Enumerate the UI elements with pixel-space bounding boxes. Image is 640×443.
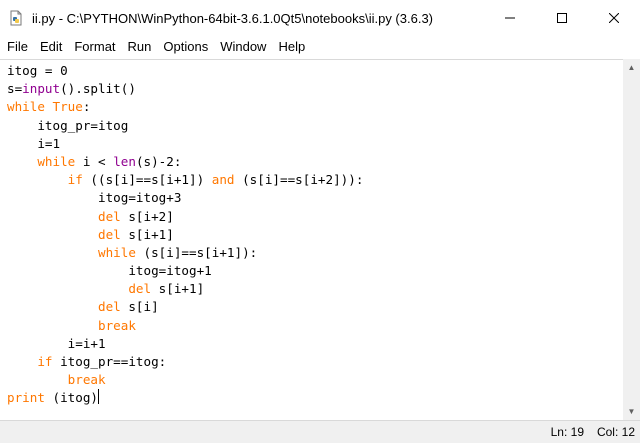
keyword-token: del	[98, 299, 121, 315]
code-token: s[i+2]	[120, 208, 174, 224]
close-button[interactable]	[588, 0, 640, 36]
code-line[interactable]: i=i+1	[7, 335, 363, 353]
scroll-down-button[interactable]: ▼	[623, 403, 640, 420]
code-token: ().split()	[60, 81, 136, 97]
window-title: ii.py - C:\PYTHON\WinPython-64bit-3.6.1.…	[32, 10, 434, 26]
keyword-token: True	[52, 99, 83, 115]
code-token: ((s[i]==s[i+1])	[82, 172, 212, 188]
keyword-token: break	[98, 317, 136, 333]
code-editor[interactable]: itog = 0 s=input().split() while True: ito…	[0, 59, 640, 421]
chevron-down-icon: ▼	[627, 407, 636, 416]
vertical-scrollbar[interactable]: ▲ ▼	[623, 59, 640, 420]
keyword-token: while	[37, 153, 76, 169]
menu-window[interactable]: Window	[214, 36, 272, 58]
code-token: (s)-2:	[135, 153, 182, 169]
code-token: s[i+1]	[120, 226, 174, 242]
status-bar: Ln: 19 Col: 12	[0, 420, 640, 443]
status-column-number: Col: 12	[596, 425, 635, 439]
menu-format[interactable]: Format	[68, 36, 121, 58]
code-line[interactable]: if itog_pr==itog:	[7, 353, 363, 371]
close-icon	[609, 13, 619, 23]
code-text[interactable]: itog = 0 s=input().split() while True: ito…	[7, 62, 363, 408]
code-token: itog=itog+3	[98, 190, 182, 206]
code-token: i=i+1	[67, 335, 106, 351]
code-line[interactable]: del s[i+2]	[7, 208, 363, 226]
keyword-token: and	[211, 172, 235, 188]
minimize-icon	[505, 17, 515, 19]
code-line[interactable]: del s[i+1]	[7, 226, 363, 244]
menu-bar: File Edit Format Run Options Window Help	[0, 36, 640, 58]
code-token: (s[i]==s[i+2])):	[234, 172, 364, 188]
code-token: (s[i]==s[i+1]):	[135, 244, 258, 260]
scroll-up-button[interactable]: ▲	[623, 59, 640, 76]
code-line[interactable]: i=1	[7, 135, 363, 153]
code-token: itog = 0	[7, 63, 68, 78]
keyword-token: while	[7, 99, 45, 115]
code-line[interactable]: break	[7, 371, 363, 389]
menu-options[interactable]: Options	[157, 36, 214, 58]
code-line[interactable]: del s[i+1]	[7, 280, 363, 298]
code-line[interactable]: itog_pr=itog	[7, 117, 363, 135]
code-token: i <	[75, 153, 114, 169]
keyword-token: if	[67, 172, 83, 188]
code-token: :	[82, 99, 91, 115]
keyword-token: del	[128, 281, 152, 297]
menu-edit[interactable]: Edit	[34, 36, 68, 58]
code-token: s=	[7, 81, 23, 97]
maximize-icon	[557, 13, 567, 23]
code-line[interactable]: del s[i]	[7, 298, 363, 316]
chevron-up-icon: ▲	[627, 63, 636, 72]
code-line[interactable]: itog=itog+1	[7, 262, 363, 280]
keyword-token: print	[7, 390, 45, 406]
text-cursor	[98, 389, 99, 405]
title-bar[interactable]: ii.py - C:\PYTHON\WinPython-64bit-3.6.1.…	[0, 0, 640, 36]
code-line[interactable]: while (s[i]==s[i+1]):	[7, 244, 363, 262]
code-line[interactable]: if ((s[i]==s[i+1]) and (s[i]==s[i+2])):	[7, 171, 364, 189]
menu-run[interactable]: Run	[122, 36, 158, 58]
code-line[interactable]: itog=itog+3	[7, 189, 363, 207]
menu-help[interactable]: Help	[272, 36, 311, 58]
builtin-token: len	[113, 153, 136, 169]
code-line[interactable]: while True:	[7, 98, 363, 116]
code-line[interactable]: itog = 0	[7, 62, 363, 80]
minimize-button[interactable]	[484, 0, 536, 36]
keyword-token: if	[37, 354, 53, 369]
code-line[interactable]: print (itog)	[7, 389, 363, 407]
keyword-token: while	[98, 244, 136, 260]
status-line-number: Ln: 19	[550, 425, 584, 439]
code-token: s[i+1]	[151, 281, 205, 297]
code-token: itog_pr==itog:	[52, 354, 167, 369]
code-token: itog_pr=itog	[37, 117, 129, 133]
code-token: (itog)	[44, 390, 99, 406]
code-token: i=1	[37, 135, 61, 151]
code-line[interactable]: break	[7, 317, 363, 335]
code-line[interactable]: while i < len(s)-2:	[7, 153, 363, 171]
code-token: s[i]	[120, 299, 159, 315]
maximize-button[interactable]	[536, 0, 588, 36]
keyword-token: del	[98, 208, 121, 224]
builtin-token: input	[22, 81, 61, 97]
python-file-icon	[8, 10, 24, 26]
keyword-token: break	[67, 372, 106, 388]
code-line[interactable]: s=input().split()	[7, 80, 363, 98]
code-token: itog=itog+1	[128, 263, 212, 279]
keyword-token: del	[98, 226, 121, 242]
menu-file[interactable]: File	[0, 36, 34, 58]
